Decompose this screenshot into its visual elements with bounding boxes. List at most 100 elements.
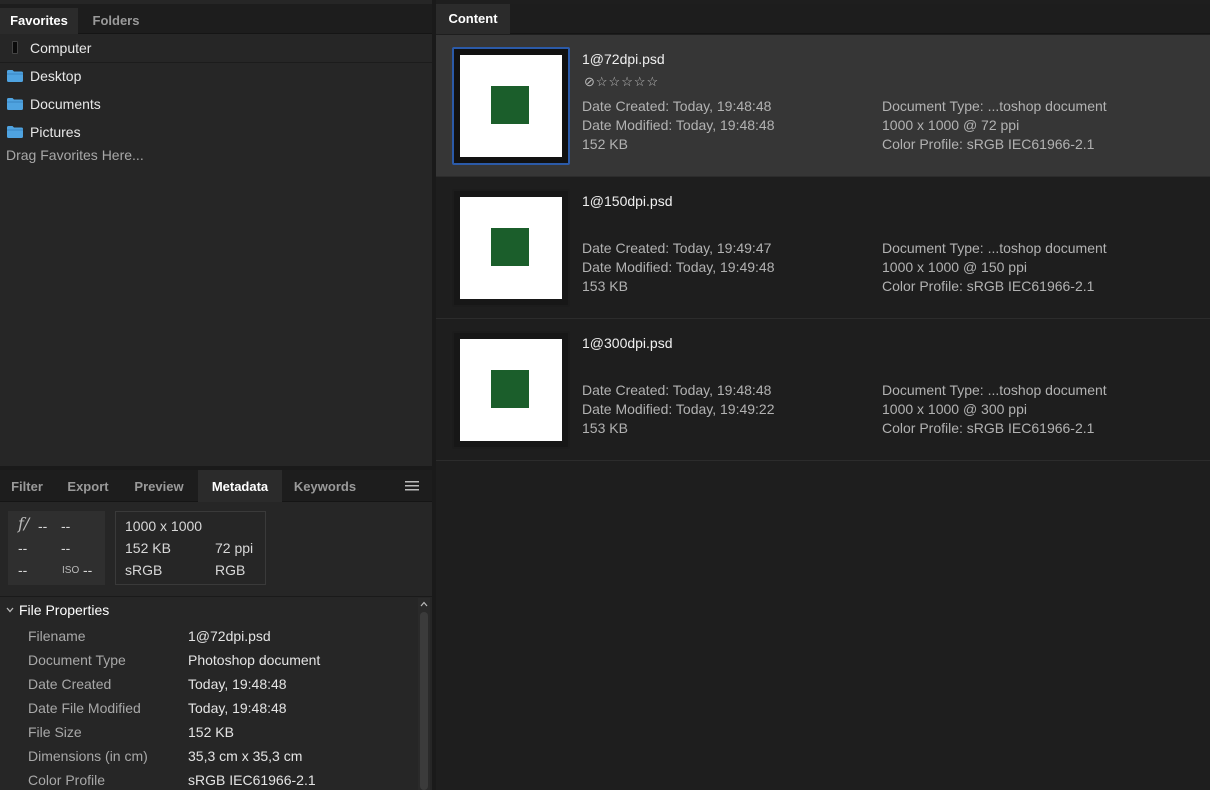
panel-menu-icon[interactable] <box>405 481 419 491</box>
folder-icon <box>7 126 23 138</box>
folder-icon <box>7 98 23 110</box>
property-row: Color Profile sRGB IEC61966-2.1 <box>0 772 418 790</box>
favorite-pictures[interactable]: Pictures <box>0 118 432 146</box>
thumbnail-image <box>460 339 562 441</box>
document-type: Document Type: ...toshop document <box>882 240 1107 256</box>
left-panel: Favorites Folders Computer Desktop Docum… <box>0 0 432 790</box>
tab-metadata[interactable]: Metadata <box>198 470 282 502</box>
property-value: 35,3 cm x 35,3 cm <box>188 748 303 764</box>
favorite-documents[interactable]: Documents <box>0 90 432 118</box>
property-value: Photoshop document <box>188 652 321 668</box>
property-value[interactable]: 1@72dpi.psd <box>188 628 271 644</box>
exif-value: -- <box>61 540 71 556</box>
thumbnail-square <box>491 228 529 266</box>
date-created: Date Created: Today, 19:49:47 <box>582 240 772 256</box>
chevron-down-icon[interactable] <box>6 606 14 614</box>
aperture-value: -- <box>38 518 48 534</box>
favorite-desktop[interactable]: Desktop <box>0 62 432 90</box>
property-key: Document Type <box>28 652 126 668</box>
document-type: Document Type: ...toshop document <box>882 98 1107 114</box>
dimensions: 1000 x 1000 @ 72 ppi <box>882 117 1020 133</box>
property-key: Color Profile <box>28 772 106 788</box>
property-row: Date File Modified Today, 19:48:48 <box>0 700 418 724</box>
color-profile: Color Profile: sRGB IEC61966-2.1 <box>882 278 1095 294</box>
file-properties-header[interactable]: File Properties <box>19 602 109 618</box>
property-key: Filename <box>28 628 86 644</box>
tab-export[interactable]: Export <box>56 470 120 502</box>
content-tabbar: Content <box>436 4 1210 34</box>
thumbnail[interactable] <box>452 47 570 165</box>
favorite-label: Documents <box>30 96 101 112</box>
property-row: Document Type Photoshop document <box>0 652 418 676</box>
property-value: sRGB IEC61966-2.1 <box>188 772 316 788</box>
favorite-label: Desktop <box>30 68 82 84</box>
summary-dimensions: 1000 x 1000 <box>125 518 203 534</box>
property-row: Filename 1@72dpi.psd <box>0 628 418 652</box>
metadata-scrollbar[interactable] <box>418 598 430 790</box>
content-item[interactable]: 1@72dpi.psd ⊘☆☆☆☆☆ Date Created: Today, … <box>436 35 1210 177</box>
dimensions: 1000 x 1000 @ 300 ppi <box>882 401 1027 417</box>
divider <box>0 596 432 597</box>
tab-folders[interactable]: Folders <box>80 8 152 34</box>
favorite-computer[interactable]: Computer <box>0 34 432 63</box>
iso-value: -- <box>83 562 93 578</box>
date-created: Date Created: Today, 19:48:48 <box>582 382 772 398</box>
file-name[interactable]: 1@72dpi.psd <box>582 51 665 67</box>
color-profile: Color Profile: sRGB IEC61966-2.1 <box>882 420 1095 436</box>
date-modified: Date Modified: Today, 19:49:22 <box>582 401 775 417</box>
date-created: Date Created: Today, 19:48:48 <box>582 98 772 114</box>
tab-content[interactable]: Content <box>436 4 510 34</box>
file-size: 153 KB <box>582 278 628 294</box>
date-modified: Date Modified: Today, 19:49:48 <box>582 259 775 275</box>
summary-profile: sRGB <box>125 562 163 578</box>
exif-value: -- <box>18 540 28 556</box>
file-name[interactable]: 1@150dpi.psd <box>582 193 673 209</box>
date-modified: Date Modified: Today, 19:48:48 <box>582 117 775 133</box>
property-row: Dimensions (in cm) 35,3 cm x 35,3 cm <box>0 748 418 772</box>
property-row: File Size 152 KB <box>0 724 418 748</box>
drag-favorites-hint: Drag Favorites Here... <box>6 147 144 163</box>
property-value: Today, 19:48:48 <box>188 676 287 692</box>
scroll-up-icon[interactable] <box>420 600 428 608</box>
color-profile: Color Profile: sRGB IEC61966-2.1 <box>882 136 1095 152</box>
content-panel: Content 1@72dpi.psd ⊘☆☆☆☆☆ Date Created:… <box>436 0 1210 790</box>
content-item[interactable]: 1@150dpi.psd Date Created: Today, 19:49:… <box>436 177 1210 319</box>
tab-keywords[interactable]: Keywords <box>284 470 366 502</box>
scrollbar-thumb[interactable] <box>420 612 428 790</box>
thumbnail-square <box>491 370 529 408</box>
file-size: 152 KB <box>582 136 628 152</box>
tab-filter[interactable]: Filter <box>0 470 54 502</box>
property-key: Dimensions (in cm) <box>28 748 148 764</box>
shutter-value: -- <box>61 518 71 534</box>
content-item[interactable]: 1@300dpi.psd Date Created: Today, 19:48:… <box>436 319 1210 461</box>
property-value: 152 KB <box>188 724 234 740</box>
iso-label: ISO <box>62 565 80 576</box>
metadata-panel: f/ -- -- -- -- -- ISO -- 1000 x 1000 152… <box>0 502 432 790</box>
summary-mode: RGB <box>215 562 246 578</box>
property-key: Date File Modified <box>28 700 141 716</box>
thumbnail[interactable] <box>452 189 570 307</box>
document-type: Document Type: ...toshop document <box>882 382 1107 398</box>
exif-value: -- <box>18 562 28 578</box>
favorites-list: Computer Desktop Documents Pictures Drag… <box>0 34 432 464</box>
property-key: Date Created <box>28 676 112 692</box>
thumbnail-image <box>460 55 562 157</box>
summary-size: 152 KB <box>125 540 171 556</box>
favorite-label: Computer <box>30 40 92 56</box>
favorites-tabbar: Favorites Folders <box>0 4 432 34</box>
thumbnail-square <box>491 86 529 124</box>
file-summary-box: 1000 x 1000 152 KB 72 ppi sRGB RGB <box>115 511 266 585</box>
tab-preview[interactable]: Preview <box>122 470 196 502</box>
property-row: Date Created Today, 19:48:48 <box>0 676 418 700</box>
property-value: Today, 19:48:48 <box>188 700 287 716</box>
thumbnail[interactable] <box>452 331 570 449</box>
tab-favorites[interactable]: Favorites <box>0 8 78 34</box>
aperture-icon: f/ <box>18 514 30 533</box>
rating-stars[interactable]: ⊘☆☆☆☆☆ <box>584 74 659 89</box>
file-name[interactable]: 1@300dpi.psd <box>582 335 673 351</box>
computer-icon <box>12 41 18 54</box>
property-key: File Size <box>28 724 82 740</box>
summary-resolution: 72 ppi <box>215 540 254 556</box>
file-size: 153 KB <box>582 420 628 436</box>
thumbnail-image <box>460 197 562 299</box>
